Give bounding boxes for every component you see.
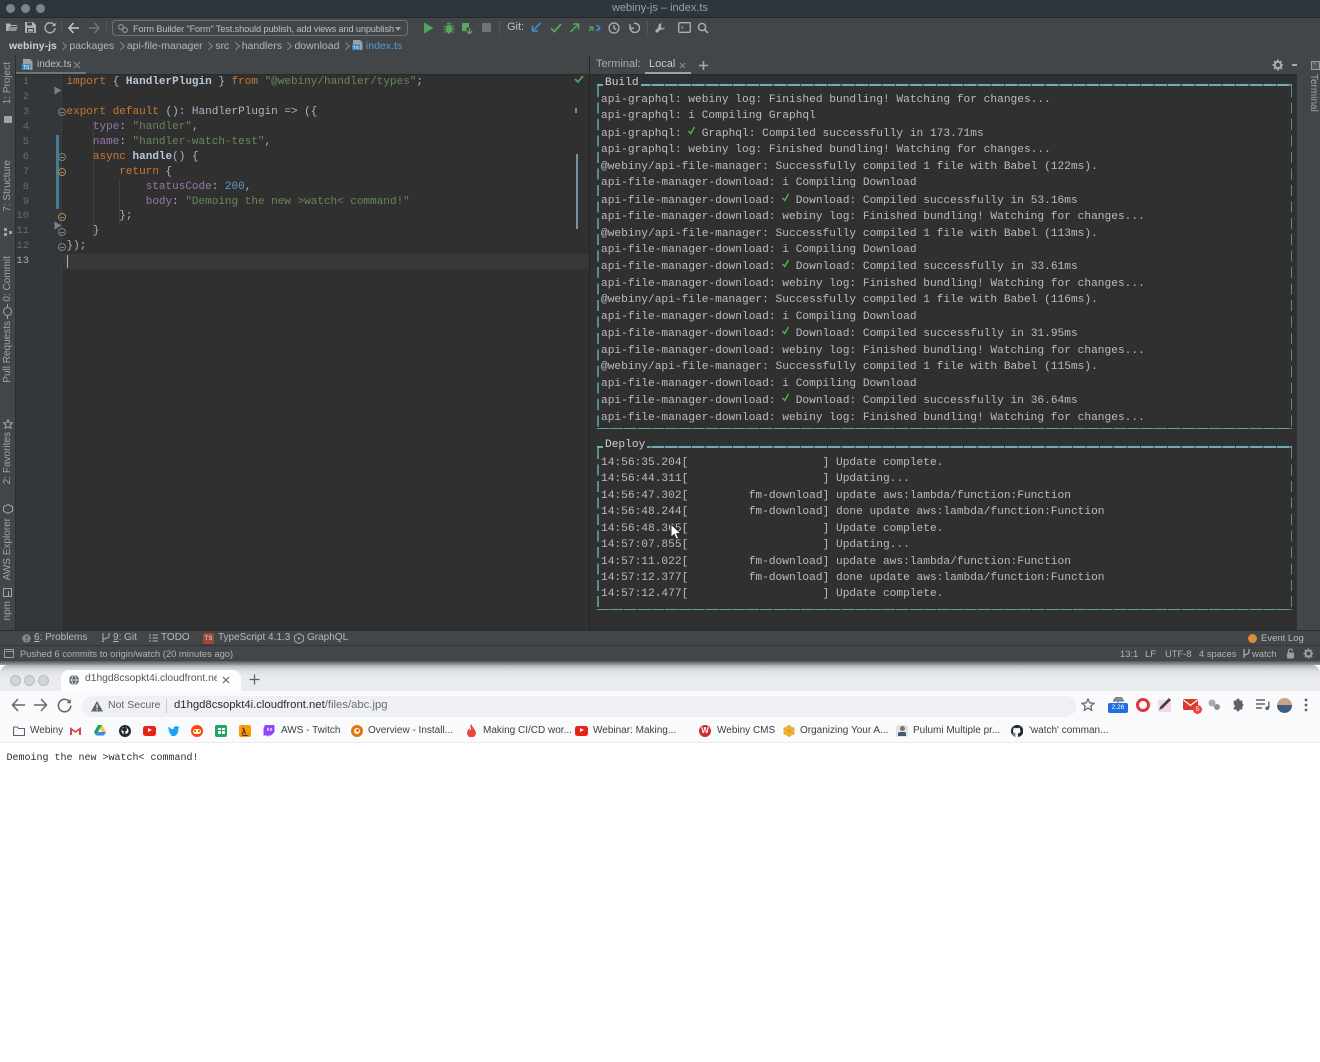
- svg-text:TS: TS: [353, 45, 359, 50]
- svg-text:TS: TS: [23, 65, 30, 70]
